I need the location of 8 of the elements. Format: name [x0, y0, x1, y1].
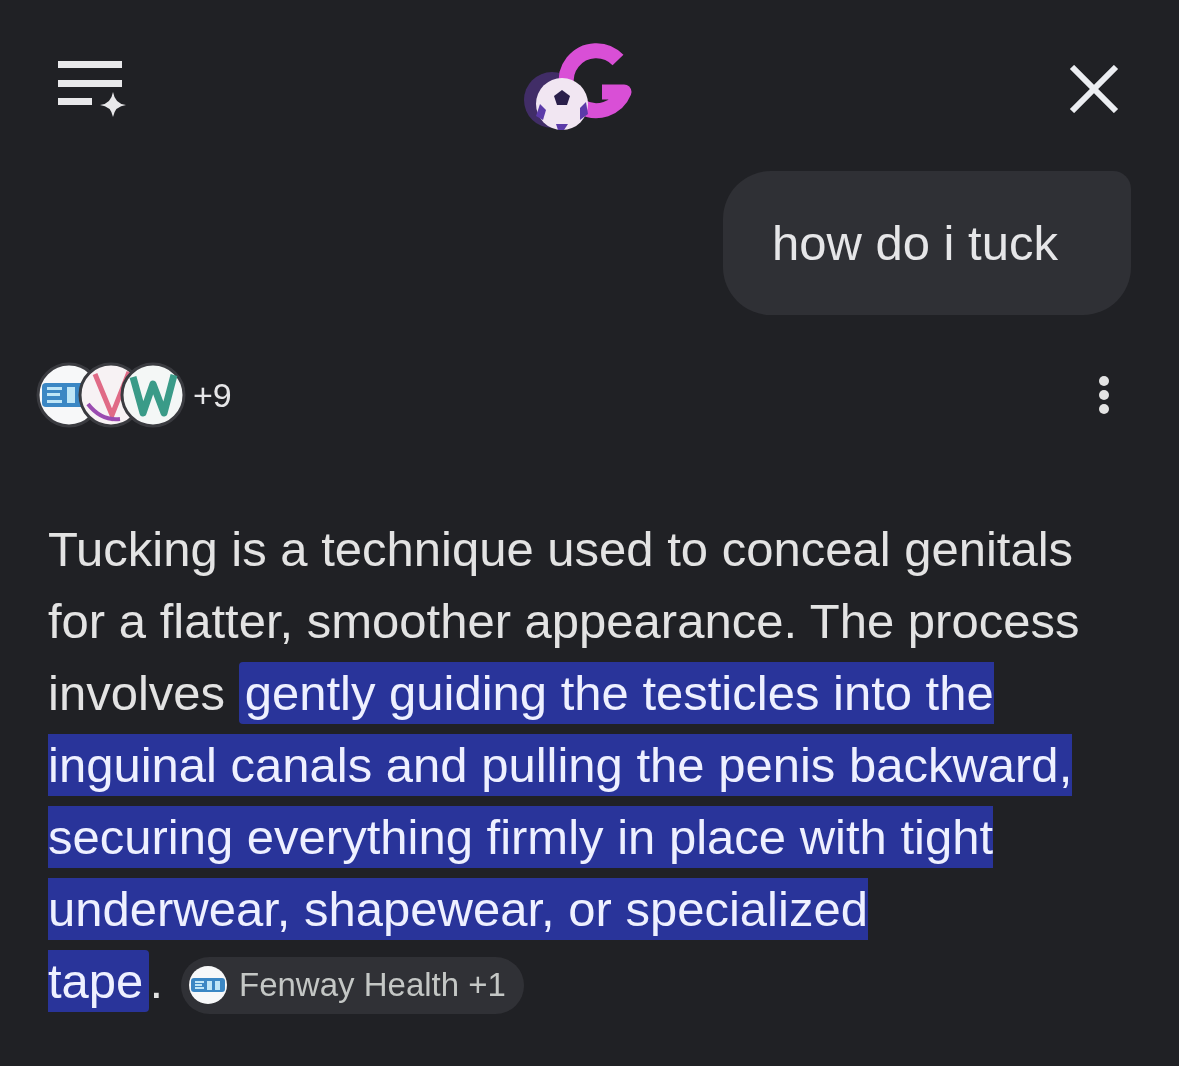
- citation-chip[interactable]: Fenway Health +1: [181, 956, 524, 1014]
- striped-logo-icon: [189, 966, 227, 1005]
- source-count: +9: [193, 375, 232, 415]
- user-message-bubble: how do i tuck: [723, 171, 1131, 315]
- more-options-icon[interactable]: [1097, 375, 1111, 415]
- close-icon[interactable]: [1068, 65, 1120, 113]
- menu-sparkle-icon[interactable]: [58, 61, 126, 117]
- w-logo-icon: [120, 362, 186, 428]
